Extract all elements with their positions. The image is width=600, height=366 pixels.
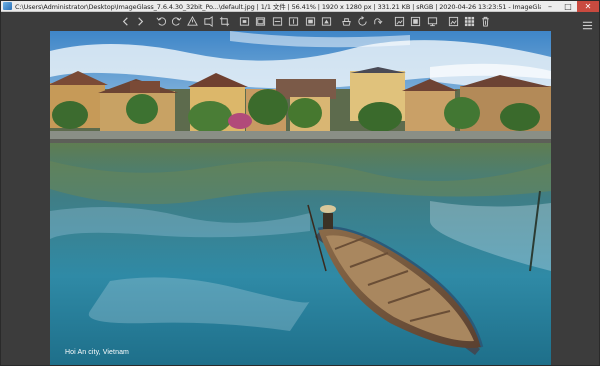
photo-illustration [50, 31, 551, 365]
image-caption: Hoi An city, Vietnam [65, 349, 129, 356]
open-with-icon[interactable] [340, 15, 352, 27]
image-list-icon[interactable] [447, 15, 459, 27]
color-picker-icon[interactable] [409, 15, 421, 27]
previous-icon[interactable] [119, 15, 131, 27]
delete-icon[interactable] [479, 15, 491, 27]
title-bar: C:\Users\Administrator\Desktop\ImageGlas… [1, 0, 599, 12]
window-fit-icon[interactable] [304, 15, 316, 27]
lock-zoom-icon[interactable] [254, 15, 266, 27]
rotate-left-icon[interactable] [155, 15, 167, 27]
goto-icon[interactable] [371, 15, 383, 27]
lock-ratio-icon[interactable] [320, 15, 332, 27]
scale-width-icon[interactable] [271, 15, 283, 27]
menu-icon[interactable] [582, 16, 593, 30]
thumbnail-icon[interactable] [463, 15, 475, 27]
image-properties-icon[interactable] [393, 15, 405, 27]
toolbar [1, 12, 599, 31]
flip-vertical-icon[interactable] [202, 15, 214, 27]
refresh-icon[interactable] [356, 15, 368, 27]
window-controls: – □ ✕ [541, 0, 599, 12]
rotate-right-icon[interactable] [170, 15, 182, 27]
flip-horizontal-icon[interactable] [186, 15, 198, 27]
photo: Hoi An city, Vietnam [50, 31, 551, 365]
close-button[interactable]: ✕ [577, 0, 599, 12]
minimize-button[interactable]: – [541, 1, 559, 12]
slideshow-icon[interactable] [426, 15, 438, 27]
app-icon [3, 2, 12, 10]
window-title: C:\Users\Administrator\Desktop\ImageGlas… [15, 3, 541, 11]
maximize-button[interactable]: □ [559, 1, 577, 12]
auto-zoom-icon[interactable] [238, 15, 250, 27]
crop-icon[interactable] [218, 15, 230, 27]
imageglass-window: C:\Users\Administrator\Desktop\ImageGlas… [0, 0, 600, 366]
image-viewer[interactable]: Hoi An city, Vietnam [1, 31, 599, 365]
scale-height-icon[interactable] [287, 15, 299, 27]
next-icon[interactable] [134, 15, 146, 27]
